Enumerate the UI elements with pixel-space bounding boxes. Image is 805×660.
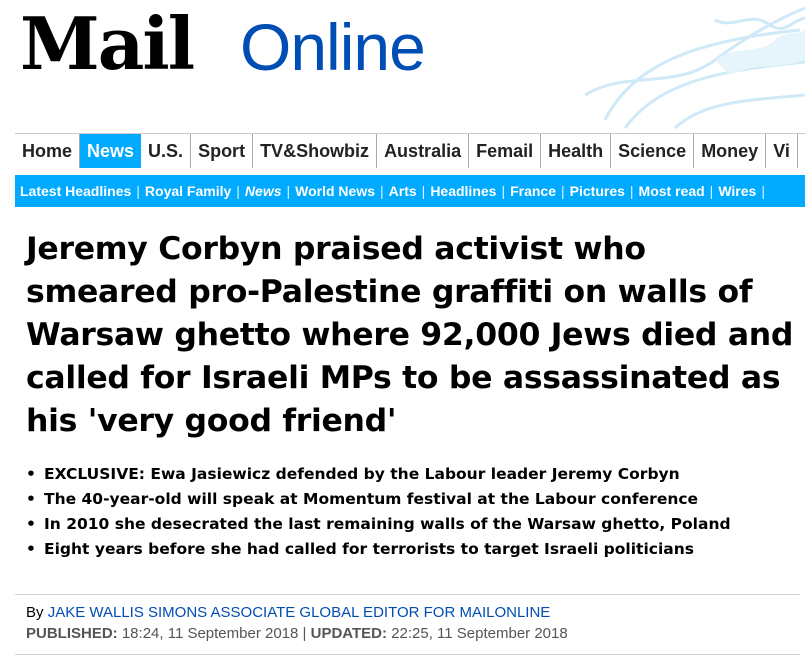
date-separator: |: [302, 625, 307, 642]
nav-item-health[interactable]: Health: [541, 134, 612, 168]
nav-item-video[interactable]: Vi: [766, 134, 798, 168]
subnav-wires[interactable]: Wires: [713, 175, 761, 207]
masthead: Mail Online: [0, 0, 805, 130]
byline: By JAKE WALLIS SIMONS ASSOCIATE GLOBAL E…: [26, 604, 550, 621]
byline-prefix: By: [26, 604, 44, 621]
nav-item-australia[interactable]: Australia: [377, 134, 470, 168]
subnav-headlines[interactable]: Headlines: [425, 175, 501, 207]
subnav-most-read[interactable]: Most read: [634, 175, 710, 207]
subnav-france[interactable]: France: [505, 175, 561, 207]
decorative-swirl-icon: [584, 6, 805, 130]
subnav-pictures[interactable]: Pictures: [565, 175, 630, 207]
summary-bullet-text: In 2010 she desecrated the last remainin…: [44, 515, 731, 533]
updated-label: UPDATED:: [310, 625, 388, 642]
mail-logo[interactable]: Mail: [20, 8, 195, 80]
summary-bullet: • EXCLUSIVE: Ewa Jasiewicz defended by th…: [26, 462, 796, 487]
article-headline: Jeremy Corbyn praised activist who smear…: [26, 231, 794, 439]
published-label: PUBLISHED:: [26, 625, 118, 642]
secondary-nav: Latest Headlines | Royal Family | News | World…: [15, 175, 805, 207]
bullet-dot-icon: •: [26, 515, 36, 533]
nav-item-sport[interactable]: Sport: [191, 134, 254, 168]
subnav-royal-family[interactable]: Royal Family: [140, 175, 236, 207]
nav-item-home[interactable]: Home: [15, 134, 81, 168]
nav-item-news[interactable]: News: [80, 134, 142, 168]
author-link[interactable]: JAKE WALLIS SIMONS ASSOCIATE GLOBAL EDIT…: [48, 604, 551, 621]
subnav-world-news[interactable]: World News: [290, 175, 380, 207]
nav-item-science[interactable]: Science: [611, 134, 695, 168]
online-logo[interactable]: Online: [240, 14, 426, 80]
summary-bullet-text: Eight years before she had called for te…: [44, 540, 694, 558]
summary-bullet: • In 2010 she desecrated the last remaini…: [26, 512, 796, 537]
summary-bullet: • The 40-year-old will speak at Momentum …: [26, 487, 796, 512]
published-value: 18:24, 11 September 2018: [121, 625, 299, 642]
primary-nav: Home News U.S. Sport TV&Showbiz Australia Fema…: [15, 133, 805, 168]
nav-item-tvshowbiz[interactable]: TV&Showbiz: [253, 134, 378, 168]
bullet-dot-icon: •: [26, 540, 36, 558]
subnav-latest-headlines[interactable]: Latest Headlines: [15, 175, 136, 207]
divider: [15, 594, 800, 595]
nav-item-femail[interactable]: Femail: [469, 134, 542, 168]
summary-bullet: • Eight years before she had called for t…: [26, 537, 796, 562]
nav-item-us[interactable]: U.S.: [141, 134, 192, 168]
subnav-news[interactable]: News: [240, 175, 287, 207]
summary-bullet-text: The 40-year-old will speak at Momentum f…: [44, 490, 699, 508]
updated-value: 22:25, 11 September 2018: [391, 625, 568, 642]
divider: [15, 654, 800, 655]
nav-item-money[interactable]: Money: [694, 134, 767, 168]
article-dates: PUBLISHED: 18:24, 11 September 2018 | UP…: [26, 625, 568, 642]
article-summary-bullets: • EXCLUSIVE: Ewa Jasiewicz defended by th…: [26, 462, 796, 562]
summary-bullet-text: EXCLUSIVE: Ewa Jasiewicz defended by the…: [44, 465, 680, 483]
bullet-dot-icon: •: [26, 490, 36, 508]
subnav-arts[interactable]: Arts: [384, 175, 422, 207]
subnav-separator: |: [761, 183, 765, 199]
bullet-dot-icon: •: [26, 465, 36, 483]
